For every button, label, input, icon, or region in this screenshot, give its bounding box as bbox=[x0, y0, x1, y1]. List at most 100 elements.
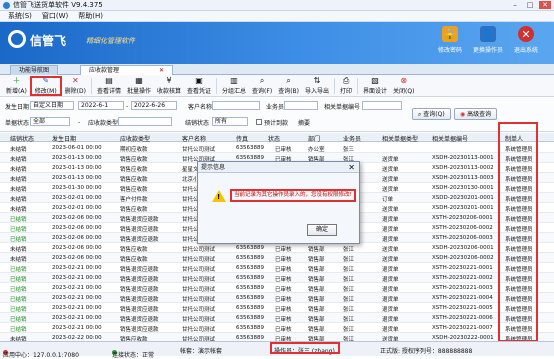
delete-button[interactable]: ✕ 删除(D) bbox=[62, 76, 89, 96]
cell-rt: 送货单 bbox=[382, 167, 399, 173]
close-icon[interactable]: ✕ bbox=[539, 1, 551, 9]
advanced-query-button[interactable]: ◉ 高级查询 bbox=[454, 108, 498, 120]
cell-rn: XSDH-20230113-0003 bbox=[432, 175, 494, 181]
cell-rn: XSTH-20230221-0006 bbox=[432, 315, 493, 321]
table-row[interactable]: 已结销 2023-02-21 00:00 销售退货应退款 甘托公司测试 63563889… bbox=[0, 313, 554, 323]
cell-s: 未结销 bbox=[10, 187, 27, 193]
query-b-button[interactable]: ⌕ 查询(B) bbox=[275, 76, 302, 96]
cell-type: 销售退货应退款 bbox=[120, 307, 159, 313]
dialog-close-icon[interactable]: ✕ bbox=[348, 162, 355, 173]
cell-type: 客户付件款 bbox=[120, 197, 148, 203]
cell-type: 销售应收款 bbox=[120, 167, 148, 173]
related-number-input[interactable] bbox=[362, 101, 402, 110]
close-button[interactable]: ⊗ 关闭(Q) bbox=[390, 76, 417, 96]
menu-help[interactable]: 帮助(H) bbox=[78, 11, 103, 21]
filter-panel: 发生日期 自定义日期 2022-6-1 - 2022-6-26 客户名称 业务员… bbox=[0, 98, 554, 132]
cell-maker: 系统管理员 bbox=[505, 267, 533, 273]
cell-rt: 退货单 bbox=[382, 287, 399, 293]
app-title: 信管飞送货单软件 V9.4.375 bbox=[13, 1, 103, 9]
menu-system[interactable]: 系统(S) bbox=[8, 11, 32, 21]
table-row[interactable]: 未结销 2023-06-01 00:00 期初应收款 甘托公司测试 63563889 已审… bbox=[0, 143, 554, 153]
import-export-icon: ⇅ bbox=[313, 76, 321, 85]
expected-checkbox[interactable] bbox=[256, 119, 262, 125]
brand-slogan: 精细化管理软件 bbox=[86, 37, 135, 45]
switch-operator-button[interactable]: 👤 更换操作员 bbox=[470, 26, 506, 60]
cell-cust: 甘托公司测试 bbox=[182, 327, 216, 333]
cell-rt: 退货单 bbox=[382, 297, 399, 303]
maximize-icon[interactable]: □ bbox=[524, 1, 536, 9]
menu-window[interactable]: 窗口(W) bbox=[42, 11, 68, 21]
tab-close-icon[interactable]: ✕ bbox=[159, 67, 164, 74]
cell-fax: 63563889 bbox=[236, 325, 264, 331]
menu-bar: 系统(S) 窗口(W) 帮助(H) bbox=[0, 11, 554, 22]
table-row[interactable]: 已结销 2023-02-21 00:00 销售退货应退款 甘托公司测试 63563889… bbox=[0, 273, 554, 283]
view-detail-button[interactable]: ▤ 查看详情 bbox=[94, 76, 124, 96]
receipt-settle-button[interactable]: ¥ 收款核算 bbox=[154, 76, 184, 96]
cell-maker: 系统管理员 bbox=[505, 297, 533, 303]
close-tab-icon: ⊗ bbox=[400, 76, 408, 85]
cell-cust: 甘托公司测试 bbox=[182, 147, 216, 153]
customer-input[interactable] bbox=[212, 101, 260, 110]
exit-system-button[interactable]: ✕ 退出系统 bbox=[508, 26, 544, 60]
cell-s: 已结销 bbox=[10, 277, 27, 283]
table-row[interactable]: 已结销 2023-02-21 00:00 销售退货应退款 甘托公司测试 63563889… bbox=[0, 263, 554, 273]
ok-button[interactable]: 确定 bbox=[307, 224, 337, 236]
type-select[interactable] bbox=[118, 117, 172, 126]
cell-rt: 退货单 bbox=[382, 307, 399, 313]
cell-maker: 系统管理员 bbox=[505, 207, 533, 213]
cell-rn: XSDH-20230201-0001 bbox=[432, 205, 494, 211]
cell-type: 销售退货应退款 bbox=[120, 267, 159, 273]
cell-s: 已结销 bbox=[10, 227, 27, 233]
date-to-input[interactable]: 2022-6-26 bbox=[131, 101, 177, 110]
table-row[interactable]: 已结销 2023-02-21 00:00 销售退货应退款 甘托公司测试 63563889… bbox=[0, 303, 554, 313]
cell-type: 销售退货应退款 bbox=[120, 227, 159, 233]
cell-staff: 张江 bbox=[343, 317, 355, 323]
cell-rn: XSTH-20230221-0005 bbox=[432, 305, 493, 311]
add-button[interactable]: ＋新增(A) bbox=[3, 76, 30, 96]
tab-receivables[interactable]: 应收款管理 ✕ bbox=[80, 65, 174, 75]
cell-type: 销售应收款 bbox=[120, 187, 148, 193]
query-button[interactable]: ⌕ 查询(Q) bbox=[412, 108, 451, 120]
print-button[interactable]: ⎙ 打印 bbox=[337, 76, 355, 96]
cell-cust: 甘托公司测试 bbox=[182, 277, 216, 283]
import-export-button[interactable]: ⇅ 导入导出 bbox=[302, 76, 332, 96]
cell-staff: 张江 bbox=[343, 277, 355, 283]
table-row[interactable]: 已结销 2023-02-21 00:00 销售退货应退款 甘托公司测试 63563889… bbox=[0, 283, 554, 293]
cell-dept: 销售部 bbox=[308, 267, 325, 273]
cell-s: 已结销 bbox=[10, 297, 27, 303]
table-row[interactable]: 未结销 2023-02-06 00:00 销售应收款 甘托公司测试 63563889 已审… bbox=[0, 253, 554, 263]
edit-button[interactable]: ✎ 修改(M) bbox=[29, 75, 62, 96]
cell-st: 已审核 bbox=[275, 247, 292, 253]
cell-date: 2023-02-21 00:00 bbox=[52, 275, 102, 281]
cell-fax: 63563889 bbox=[236, 295, 264, 301]
query-f-button[interactable]: ⌕ 查询(F) bbox=[249, 76, 275, 96]
table-row[interactable]: 未结销 2023-02-22 00:00 销售应收款 甘托公司测试 63563889 已审… bbox=[0, 333, 554, 341]
cell-cust: 甘托公司测试 bbox=[182, 317, 216, 323]
cell-maker: 系统管理员 bbox=[505, 227, 533, 233]
date-mode-select[interactable]: 自定义日期 bbox=[30, 101, 74, 110]
cell-rt: 退货单 bbox=[382, 237, 399, 243]
cell-s: 已结销 bbox=[10, 237, 27, 243]
date-from-input[interactable]: 2022-6-1 bbox=[78, 101, 124, 110]
tab-navigation[interactable]: 功能导航图 bbox=[10, 65, 59, 75]
layout-design-button[interactable]: ▧ 界面设计 bbox=[360, 76, 390, 96]
user-icon: 👤 bbox=[480, 26, 496, 42]
cell-maker: 系统管理员 bbox=[505, 167, 533, 173]
cell-maker: 系统管理员 bbox=[505, 147, 533, 153]
change-password-button[interactable]: 🔒 修改密码 bbox=[432, 26, 468, 60]
dialog-title: 提示信息 bbox=[201, 164, 226, 171]
minimize-icon[interactable]: – bbox=[509, 1, 521, 9]
batch-operation-button[interactable]: ▦ 批量操作 bbox=[124, 76, 154, 96]
group-summary-button[interactable]: ▥ 分组汇总 bbox=[219, 76, 249, 96]
table-row[interactable]: 已结销 2023-02-21 00:00 销售退货应退款 甘托公司测试 63563889… bbox=[0, 323, 554, 333]
settle-select[interactable]: 所有 bbox=[212, 117, 248, 126]
table-row[interactable]: 已结销 2023-02-21 00:00 销售退货应退款 甘托公司测试 63563889… bbox=[0, 293, 554, 303]
toolbar: ＋新增(A) ✎ 修改(M) ✕ 删除(D) ▤ 查看详情 ▦ 批量操作 ¥ 收款核算 ▣… bbox=[0, 75, 554, 97]
table-row[interactable]: 未结销 2023-02-06 00:00 销售应收款 甘托公司测试 63563889 已审… bbox=[0, 243, 554, 253]
staff-input[interactable] bbox=[284, 101, 318, 110]
cell-type: 销售退货应退款 bbox=[120, 277, 159, 283]
status-select[interactable]: 全部 bbox=[30, 117, 70, 126]
view-voucher-button[interactable]: ▣ 查看凭证 bbox=[184, 76, 214, 96]
lock-icon: 🔒 bbox=[442, 26, 458, 42]
cell-date: 2023-01-13 00:00 bbox=[52, 155, 102, 161]
